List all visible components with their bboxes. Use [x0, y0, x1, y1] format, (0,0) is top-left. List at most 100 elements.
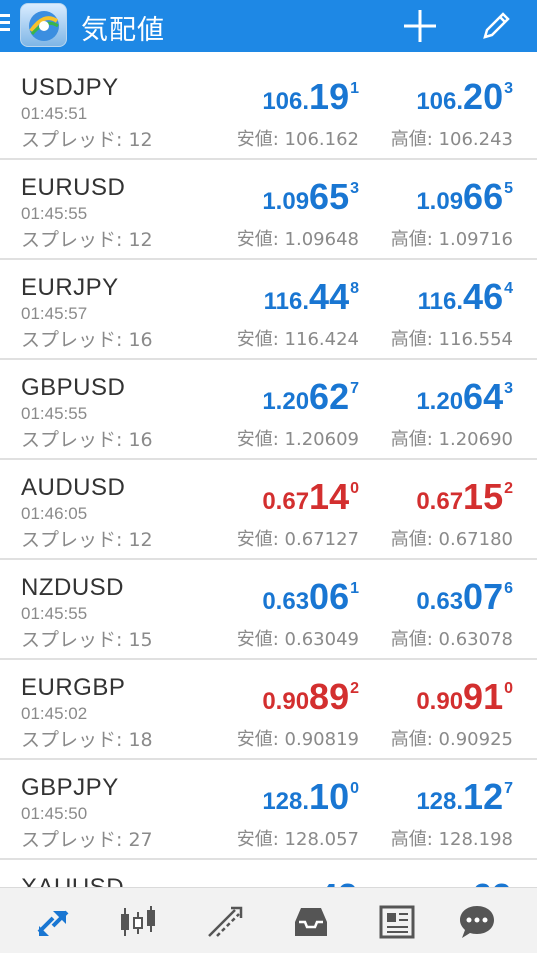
spread-label: スプレッド: 12 — [21, 529, 153, 551]
ask-price-pip-fraction: 5 — [504, 180, 513, 197]
ask-price[interactable]: 69 — [472, 876, 513, 887]
bid-price-big-digits: 06 — [309, 576, 350, 617]
ask-price[interactable]: 116.464 — [418, 276, 513, 317]
quote-row-eurgbp[interactable]: EURGBP 01:45:02 スプレッド: 18 0.90892 0.9091… — [0, 660, 537, 760]
bottom-navigation — [0, 887, 537, 953]
ask-price-prefix: 0.90 — [416, 688, 464, 715]
daily-high: 高値: 116.554 — [390, 329, 513, 350]
daily-high: 高値: 1.20690 — [390, 429, 513, 450]
quote-time: 01:45:57 — [21, 304, 88, 323]
candlestick-icon — [121, 906, 155, 936]
bid-price[interactable]: 116.448 — [264, 276, 359, 317]
nav-history[interactable] — [291, 902, 331, 942]
quote-row-usdjpy[interactable]: USDJPY 01:45:51 スプレッド: 12 106.191 106.20… — [0, 60, 537, 160]
ask-price[interactable]: 0.63076 — [416, 576, 513, 617]
quote-row-xauusd[interactable]: XAUUSD 49 69 — [0, 860, 537, 887]
quote-row-audusd[interactable]: AUDUSD 01:46:05 スプレッド: 12 0.67140 0.6715… — [0, 460, 537, 560]
bid-price-pip-fraction: 2 — [350, 680, 359, 697]
ask-price-pip-fraction: 0 — [504, 680, 513, 697]
bid-price[interactable]: 106.191 — [262, 76, 359, 117]
daily-high: 高値: 0.90925 — [390, 729, 513, 750]
pencil-icon — [483, 12, 510, 39]
ask-price-pip-fraction: 3 — [504, 80, 513, 97]
bid-price-pip-fraction: 3 — [350, 180, 359, 197]
quotes-list[interactable]: USDJPY 01:45:51 スプレッド: 12 106.191 106.20… — [0, 60, 537, 887]
bid-price-big-digits: 65 — [309, 176, 350, 217]
ask-price-big-digits: 46 — [463, 276, 504, 317]
ask-price-prefix: 0.67 — [416, 488, 464, 515]
bid-price[interactable]: 1.20627 — [262, 376, 359, 417]
ask-price-prefix: 0.63 — [416, 588, 464, 615]
ask-price-big-digits: 15 — [463, 476, 504, 517]
bid-price-prefix: 0.67 — [262, 488, 310, 515]
bid-price-prefix: 1.20 — [262, 388, 310, 415]
quote-row-gbpjpy[interactable]: GBPJPY 01:45:50 スプレッド: 27 128.100 128.12… — [0, 760, 537, 860]
daily-low: 安値: 1.09648 — [236, 229, 359, 250]
ask-price-big-digits: 20 — [463, 76, 504, 117]
daily-low: 安値: 1.20609 — [236, 429, 359, 450]
daily-high: 高値: 1.09716 — [390, 229, 513, 250]
trade-lines-icon — [208, 906, 243, 937]
symbol-name: EURGBP — [21, 674, 126, 701]
bid-price[interactable]: 49 — [318, 876, 359, 887]
ask-price[interactable]: 1.20643 — [416, 376, 513, 417]
add-symbol-button[interactable] — [400, 6, 440, 46]
app-header: 気配値 — [0, 0, 537, 52]
daily-low: 安値: 0.67127 — [236, 529, 359, 550]
menu-icon[interactable] — [0, 14, 12, 36]
nav-chart[interactable] — [118, 902, 158, 942]
ask-price-prefix: 1.09 — [416, 188, 464, 215]
symbol-name: EURUSD — [21, 174, 126, 201]
ask-price[interactable]: 0.90910 — [416, 676, 513, 717]
spread-label: スプレッド: 12 — [21, 129, 153, 151]
quote-row-eurjpy[interactable]: EURJPY 01:45:57 スプレッド: 16 116.448 116.46… — [0, 260, 537, 360]
bid-price[interactable]: 1.09653 — [262, 176, 359, 217]
ask-price-pip-fraction: 7 — [504, 780, 513, 797]
bid-price[interactable]: 0.90892 — [262, 676, 359, 717]
ask-price-prefix: 128. — [416, 788, 464, 815]
bid-price[interactable]: 0.63061 — [262, 576, 359, 617]
nav-chat[interactable] — [457, 902, 497, 942]
bid-price-big-digits: 14 — [309, 476, 350, 517]
bid-price[interactable]: 128.100 — [262, 776, 359, 817]
bid-price-big-digits: 62 — [309, 376, 350, 417]
bid-price-pip-fraction: 0 — [350, 780, 359, 797]
edit-list-button[interactable] — [476, 6, 516, 46]
bid-price-pip-fraction: 1 — [350, 580, 359, 597]
daily-low: 安値: 106.162 — [236, 129, 359, 150]
quote-row-eurusd[interactable]: EURUSD 01:45:55 スプレッド: 12 1.09653 1.0966… — [0, 160, 537, 260]
inbox-tray-icon — [295, 908, 327, 936]
page-title: 気配値 — [81, 15, 165, 46]
ask-price-big-digits: 07 — [463, 576, 504, 617]
nav-news[interactable] — [377, 902, 417, 942]
quote-time: 01:46:05 — [21, 504, 88, 523]
ask-price[interactable]: 128.127 — [416, 776, 513, 817]
quote-time: 01:45:55 — [21, 404, 88, 423]
quote-row-nzdusd[interactable]: NZDUSD 01:45:55 スプレッド: 15 0.63061 0.6307… — [0, 560, 537, 660]
bid-price-prefix: 106. — [262, 88, 310, 115]
symbol-name: EURJPY — [21, 274, 119, 301]
ask-price[interactable]: 0.67152 — [416, 476, 513, 517]
ask-price[interactable]: 1.09665 — [416, 176, 513, 217]
chat-bubble-icon — [460, 906, 494, 938]
ask-price-big-digits: 66 — [463, 176, 504, 217]
plus-icon — [404, 10, 436, 42]
bid-price[interactable]: 0.67140 — [262, 476, 359, 517]
ask-price-pip-fraction: 4 — [504, 280, 513, 297]
symbol-name: GBPUSD — [21, 374, 126, 401]
daily-low: 安値: 116.424 — [236, 329, 359, 350]
quote-time: 01:45:50 — [21, 804, 88, 823]
ask-price[interactable]: 106.203 — [416, 76, 513, 117]
nav-quotes[interactable] — [33, 902, 73, 942]
bid-price-prefix: 0.90 — [262, 688, 310, 715]
ask-price-big-digits: 69 — [472, 876, 512, 887]
quote-row-gbpusd[interactable]: GBPUSD 01:45:55 スプレッド: 16 1.20627 1.2064… — [0, 360, 537, 460]
nav-trade[interactable] — [205, 902, 245, 942]
ask-price-big-digits: 91 — [463, 676, 504, 717]
daily-high: 高値: 0.67180 — [390, 529, 513, 550]
ask-price-pip-fraction: 2 — [504, 480, 513, 497]
symbol-name: GBPJPY — [21, 774, 119, 801]
daily-low: 安値: 0.90819 — [236, 729, 359, 750]
daily-high: 高値: 106.243 — [390, 129, 513, 150]
bid-price-pip-fraction: 0 — [350, 480, 359, 497]
